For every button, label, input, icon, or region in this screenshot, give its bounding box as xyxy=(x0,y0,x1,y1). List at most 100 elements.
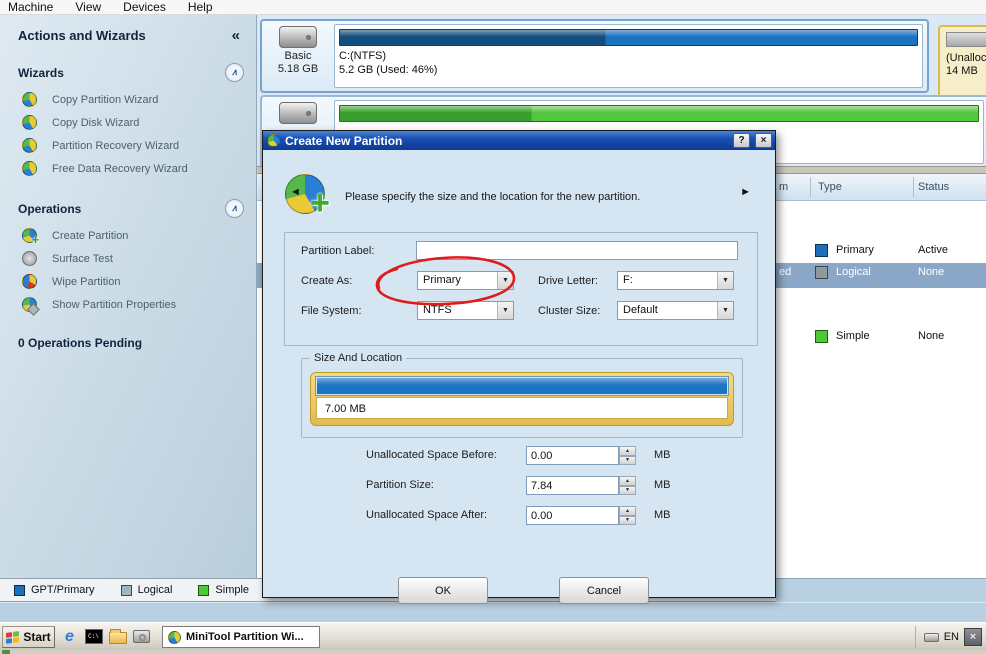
disk-size: 5.18 GB xyxy=(277,63,319,75)
menu-help[interactable]: Help xyxy=(188,0,213,14)
desktop-strip xyxy=(0,603,986,622)
chevron-down-icon[interactable]: ▼ xyxy=(497,302,513,319)
hard-disk-icon xyxy=(279,26,317,48)
close-icon[interactable]: × xyxy=(755,133,772,148)
command-prompt-icon[interactable]: C:\ xyxy=(84,627,103,646)
spin-down-icon[interactable]: ▼ xyxy=(619,515,636,525)
file-system-dropdown[interactable]: NTFS ▼ xyxy=(417,301,514,320)
column-divider[interactable] xyxy=(913,177,914,197)
size-and-location-group: Size And Location 7.00 MB xyxy=(301,352,743,438)
disk-name: Basic xyxy=(284,50,312,62)
cell-type: Simple xyxy=(836,330,870,342)
surface-test-icon xyxy=(22,251,37,266)
sidebar-item-label: Surface Test xyxy=(52,252,113,265)
menu-view[interactable]: View xyxy=(75,0,101,14)
column-divider[interactable] xyxy=(810,177,811,197)
sidebar-item-create-partition[interactable]: Create Partition xyxy=(0,224,256,247)
partition-info: 5.2 GB (Used: 46%) xyxy=(339,64,438,76)
tray-disk-icon[interactable] xyxy=(923,632,939,642)
screen: Machine View Devices Help Actions and Wi… xyxy=(0,0,986,654)
section-operations-header: Operations xyxy=(18,201,82,216)
column-header-type[interactable]: Type xyxy=(818,181,842,193)
disk-icon-block xyxy=(266,102,330,126)
chevron-down-icon[interactable]: ▼ xyxy=(717,302,733,319)
sidebar-item-copy-partition-wizard[interactable]: Copy Partition Wizard xyxy=(0,88,256,111)
sidebar-item-label: Partition Recovery Wizard xyxy=(52,139,180,152)
collapse-operations-icon[interactable]: ∧ xyxy=(225,199,244,218)
spinner-label: Unallocated Space After: xyxy=(366,509,488,521)
slider-bar[interactable] xyxy=(315,376,729,396)
cell-status: Active xyxy=(918,244,948,256)
dialog-title-bar[interactable]: Create New Partition ? × xyxy=(263,131,775,150)
unallocated-block[interactable]: (Unalloca 14 MB xyxy=(938,25,986,99)
sidebar-item-surface-test[interactable]: Surface Test xyxy=(0,247,256,270)
internet-explorer-icon[interactable]: e xyxy=(60,627,79,646)
spin-up-icon[interactable]: ▲ xyxy=(619,476,636,486)
spin-down-icon[interactable]: ▼ xyxy=(619,485,636,495)
unallocated-after-input[interactable] xyxy=(526,506,619,525)
camera-icon[interactable] xyxy=(132,627,151,646)
tray-close-icon[interactable]: × xyxy=(964,628,982,646)
menu-devices[interactable]: Devices xyxy=(123,0,166,14)
sidebar-item-free-data-recovery-wizard[interactable]: Free Data Recovery Wizard xyxy=(0,157,256,180)
sidebar-item-show-partition-properties[interactable]: Show Partition Properties xyxy=(0,293,256,316)
ok-button[interactable]: OK xyxy=(398,577,488,604)
spin-up-icon[interactable]: ▲ xyxy=(619,446,636,456)
unallocated-after-row: Unallocated Space After: ▲ ▼ MB xyxy=(263,506,775,526)
chevron-down-icon[interactable]: ▼ xyxy=(717,272,733,289)
slider-left-arrow-icon[interactable]: ◄ xyxy=(290,186,301,198)
cluster-size-value: Default xyxy=(623,304,658,316)
type-color-square xyxy=(815,266,828,279)
taskbar-button-minitool[interactable]: MiniTool Partition Wi... xyxy=(162,626,320,648)
partition-size-slider[interactable]: 7.00 MB xyxy=(310,372,734,426)
sidebar-item-partition-recovery-wizard[interactable]: Partition Recovery Wizard xyxy=(0,134,256,157)
partition-size-input[interactable] xyxy=(526,476,619,495)
start-label: Start xyxy=(23,630,51,644)
cell-type: Logical xyxy=(836,266,871,278)
sidebar-item-copy-disk-wizard[interactable]: Copy Disk Wizard xyxy=(0,111,256,134)
unallocated-before-row: Unallocated Space Before: ▲ ▼ MB xyxy=(263,446,775,466)
minitool-app-icon xyxy=(168,630,181,644)
operations-pending-status: 0 Operations Pending xyxy=(18,336,143,350)
cell-status: None xyxy=(918,330,945,342)
partition-label-input[interactable] xyxy=(416,241,738,260)
column-header-fragment: m xyxy=(779,181,789,193)
camera-glyph xyxy=(133,630,150,643)
disk-icon-block: Basic 5.18 GB xyxy=(266,26,330,76)
language-indicator[interactable]: EN xyxy=(944,631,959,643)
column-header-status[interactable]: Status xyxy=(918,181,949,193)
status-bar-right xyxy=(776,578,986,602)
dialog-message: Please specify the size and the location… xyxy=(345,191,641,203)
legend-item-simple: Simple xyxy=(198,584,249,596)
help-button[interactable]: ? xyxy=(733,133,750,148)
create-as-value: Primary xyxy=(423,274,461,286)
hard-disk-icon xyxy=(279,102,317,124)
file-system-value: NTFS xyxy=(423,304,452,316)
partition-c-block[interactable]: C:(NTFS) 5.2 GB (Used: 46%) xyxy=(334,24,923,88)
slider-right-arrow-icon[interactable]: ► xyxy=(740,186,751,198)
create-as-label: Create As: xyxy=(301,275,353,287)
legend-item-logical: Logical xyxy=(120,584,172,596)
sidebar: Actions and Wizards « Wizards ∧ Copy Par… xyxy=(0,15,257,578)
sidebar-item-label: Create Partition xyxy=(52,229,129,242)
sidebar-item-label: Wipe Partition xyxy=(52,275,121,288)
cancel-button[interactable]: Cancel xyxy=(559,577,649,604)
drive-letter-label: Drive Letter: xyxy=(538,275,598,287)
collapse-wizards-icon[interactable]: ∧ xyxy=(225,63,244,82)
start-button[interactable]: Start xyxy=(2,626,55,648)
create-as-dropdown[interactable]: Primary ▼ xyxy=(417,271,514,290)
unallocated-before-input[interactable] xyxy=(526,446,619,465)
chevron-down-icon[interactable]: ▼ xyxy=(497,272,513,289)
menu-machine[interactable]: Machine xyxy=(8,0,53,14)
spin-up-icon[interactable]: ▲ xyxy=(619,506,636,516)
disk-row-basic[interactable]: Basic 5.18 GB C:(NTFS) 5.2 GB (Used: 46%… xyxy=(260,19,986,99)
drive-letter-dropdown[interactable]: F: ▼ xyxy=(617,271,734,290)
cluster-size-dropdown[interactable]: Default ▼ xyxy=(617,301,734,320)
collapse-sidebar-icon[interactable]: « xyxy=(232,27,240,44)
sidebar-item-label: Copy Partition Wizard xyxy=(52,93,159,106)
dialog-title: Create New Partition xyxy=(285,133,403,148)
spin-down-icon[interactable]: ▼ xyxy=(619,455,636,465)
folder-icon[interactable] xyxy=(108,627,127,646)
sidebar-item-wipe-partition[interactable]: Wipe Partition xyxy=(0,270,256,293)
drive-letter-value: F: xyxy=(623,274,633,286)
